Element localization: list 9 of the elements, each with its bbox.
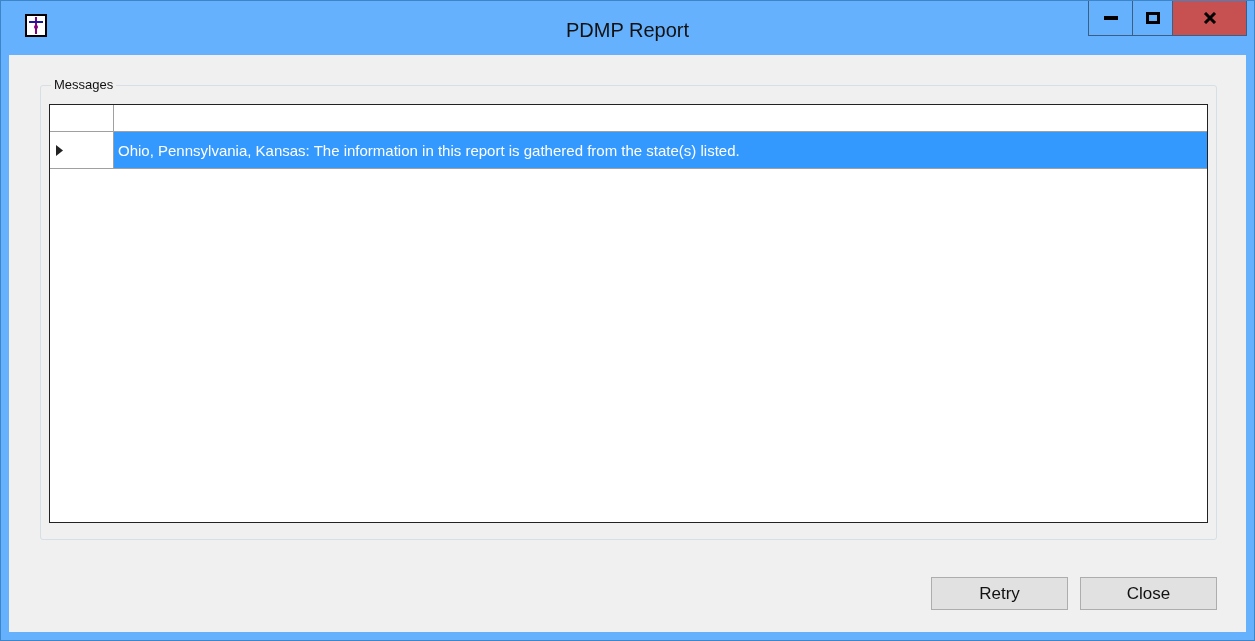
group-label: Messages xyxy=(51,77,117,92)
maximize-icon xyxy=(1145,12,1160,24)
close-icon xyxy=(1202,12,1217,24)
minimize-icon xyxy=(1103,16,1118,20)
retry-button[interactable]: Retry xyxy=(931,577,1068,610)
close-button[interactable] xyxy=(1173,1,1246,35)
app-icon xyxy=(25,14,47,37)
window-title: PDMP Report xyxy=(566,19,689,41)
close-dialog-button[interactable]: Close xyxy=(1080,577,1217,610)
